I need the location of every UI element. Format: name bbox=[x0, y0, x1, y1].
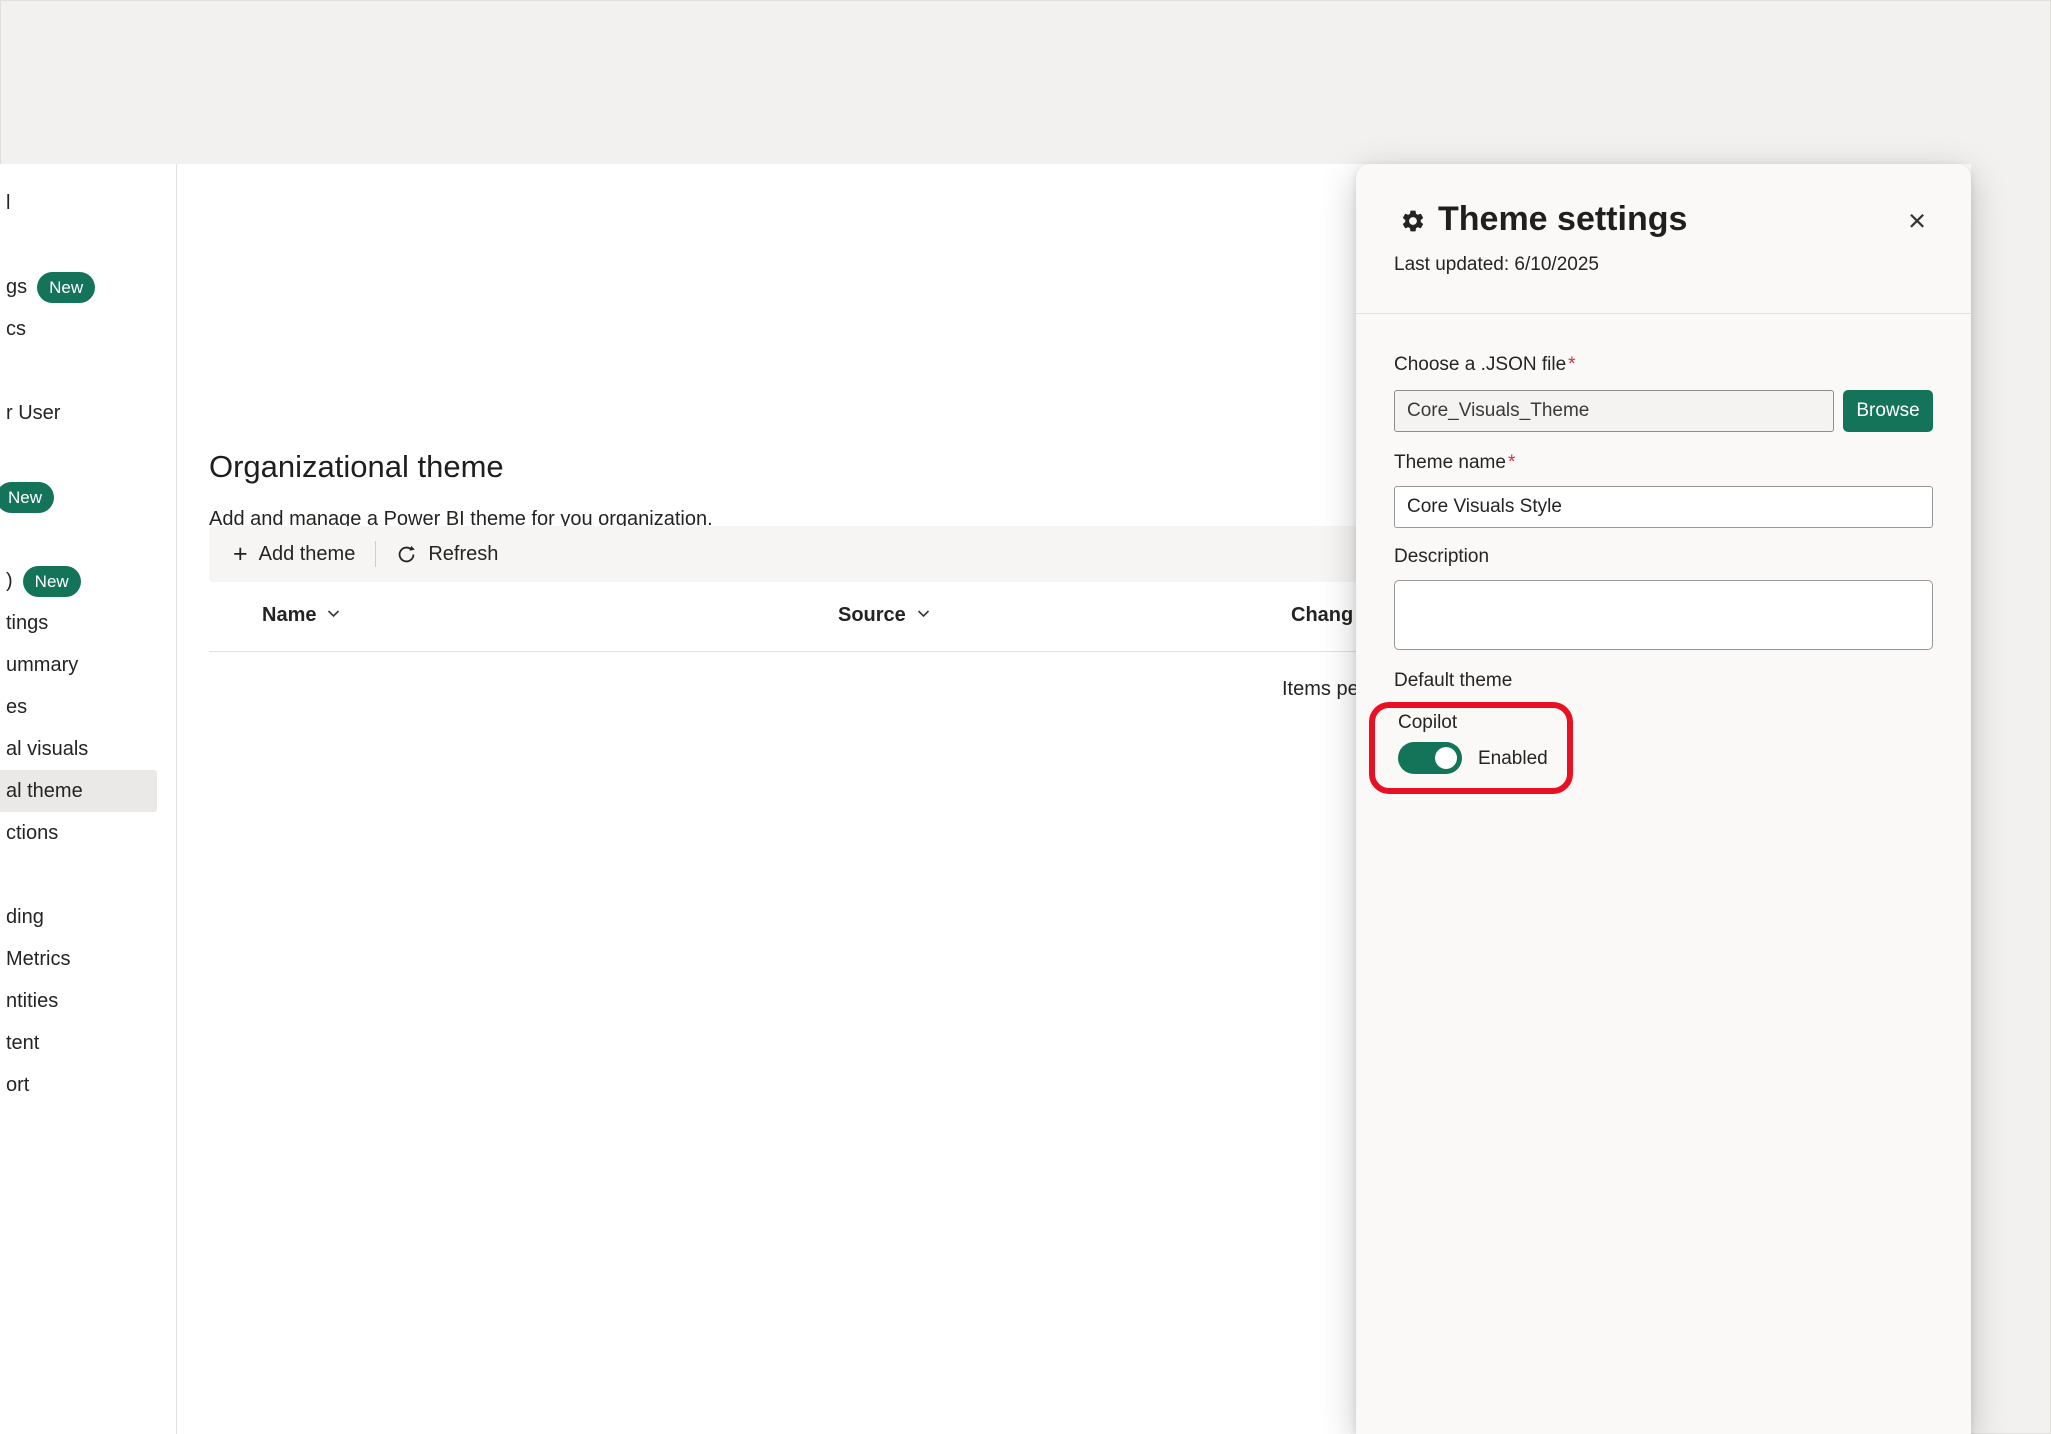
json-file-input[interactable] bbox=[1394, 390, 1834, 432]
theme-settings-panel: Theme settings × Last updated: 6/10/2025… bbox=[1356, 164, 1971, 1434]
sidebar-item-label: l bbox=[6, 192, 10, 215]
sidebar-item-label: r User bbox=[6, 402, 60, 425]
copilot-label: Copilot bbox=[1398, 712, 1457, 734]
sidebar-item[interactable]: Metrics bbox=[0, 938, 157, 980]
column-header-changed[interactable]: Chang bbox=[1291, 604, 1353, 627]
sidebar-item[interactable]: es bbox=[0, 686, 157, 728]
required-asterisk: * bbox=[1568, 354, 1575, 375]
sidebar-item-label: ummary bbox=[6, 654, 78, 677]
close-button[interactable]: × bbox=[1896, 200, 1938, 242]
column-header-source[interactable]: Source bbox=[838, 604, 931, 627]
add-theme-label: Add theme bbox=[259, 543, 356, 566]
add-theme-button[interactable]: + Add theme bbox=[217, 534, 371, 574]
sidebar-item[interactable]: ctions bbox=[0, 812, 157, 854]
plus-icon: + bbox=[233, 542, 248, 567]
json-file-label: Choose a .JSON file* bbox=[1394, 354, 1576, 376]
copilot-toggle[interactable] bbox=[1398, 742, 1462, 774]
sidebar-item[interactable]: cs bbox=[0, 308, 157, 350]
sidebar-item-label: tent bbox=[6, 1032, 39, 1055]
sidebar-item[interactable]: New bbox=[0, 476, 157, 518]
theme-name-label: Theme name* bbox=[1394, 452, 1515, 474]
sidebar-nav: lgsNewcsr UserNew)Newtingsummaryesal vis… bbox=[0, 164, 177, 1434]
screen: lgsNewcsr UserNew)Newtingsummaryesal vis… bbox=[0, 0, 2051, 1434]
column-header-name[interactable]: Name bbox=[262, 604, 341, 627]
sidebar-item[interactable]: al visuals bbox=[0, 728, 157, 770]
sidebar-item-label: ort bbox=[6, 1074, 29, 1097]
refresh-label: Refresh bbox=[428, 543, 498, 566]
column-header-changed-label: Chang bbox=[1291, 604, 1353, 627]
panel-header-divider bbox=[1356, 313, 1971, 314]
new-badge: New bbox=[0, 482, 54, 513]
theme-name-input[interactable] bbox=[1394, 486, 1933, 528]
refresh-icon bbox=[396, 544, 417, 565]
close-icon: × bbox=[1908, 203, 1926, 238]
column-header-source-label: Source bbox=[838, 604, 906, 627]
sidebar-item-label: al theme bbox=[6, 780, 83, 803]
last-updated-text: Last updated: 6/10/2025 bbox=[1394, 254, 1599, 276]
sidebar-item[interactable]: tings bbox=[0, 602, 157, 644]
sidebar-item[interactable]: ntities bbox=[0, 980, 157, 1022]
sidebar-item-label: cs bbox=[6, 318, 26, 341]
browse-button[interactable]: Browse bbox=[1843, 390, 1933, 432]
toolbar-divider bbox=[375, 541, 376, 567]
sidebar-item[interactable]: r User bbox=[0, 392, 157, 434]
sidebar-item-label: ntities bbox=[6, 990, 58, 1013]
chevron-down-icon bbox=[326, 604, 341, 627]
sidebar-item-label: tings bbox=[6, 612, 48, 635]
sidebar-item-label: Metrics bbox=[6, 948, 70, 971]
required-asterisk: * bbox=[1508, 452, 1515, 473]
description-label: Description bbox=[1394, 546, 1489, 568]
sidebar-item-label: es bbox=[6, 696, 27, 719]
sidebar-item[interactable]: gs New bbox=[0, 266, 157, 308]
column-header-name-label: Name bbox=[262, 604, 316, 627]
sidebar-item-label: ctions bbox=[6, 822, 58, 845]
description-textarea[interactable] bbox=[1394, 580, 1933, 650]
sidebar-item-label: ) bbox=[6, 570, 13, 593]
sidebar-item-label: gs bbox=[6, 276, 27, 299]
sidebar-item[interactable]: ummary bbox=[0, 644, 157, 686]
settings-gear-icon bbox=[1400, 208, 1426, 234]
new-badge: New bbox=[23, 566, 81, 597]
panel-title: Theme settings bbox=[1438, 200, 1687, 239]
page-title: Organizational theme bbox=[209, 449, 504, 485]
sidebar-item-label: ding bbox=[6, 906, 44, 929]
sidebar-item[interactable]: ding bbox=[0, 896, 157, 938]
items-per-page-label: Items pe bbox=[1282, 678, 1359, 701]
chevron-down-icon bbox=[916, 604, 931, 627]
toggle-knob bbox=[1435, 747, 1457, 769]
sidebar-item-selected[interactable]: al theme bbox=[0, 770, 157, 812]
sidebar-item[interactable]: ) New bbox=[0, 560, 157, 602]
new-badge: New bbox=[37, 272, 95, 303]
sidebar-item[interactable]: l bbox=[0, 182, 157, 224]
sidebar-item[interactable]: tent bbox=[0, 1022, 157, 1064]
toggle-state-label: Enabled bbox=[1478, 748, 1548, 770]
sidebar-item-label: al visuals bbox=[6, 738, 88, 761]
refresh-button[interactable]: Refresh bbox=[380, 534, 514, 574]
sidebar-item[interactable]: ort bbox=[0, 1064, 157, 1106]
default-theme-label: Default theme bbox=[1394, 670, 1512, 692]
